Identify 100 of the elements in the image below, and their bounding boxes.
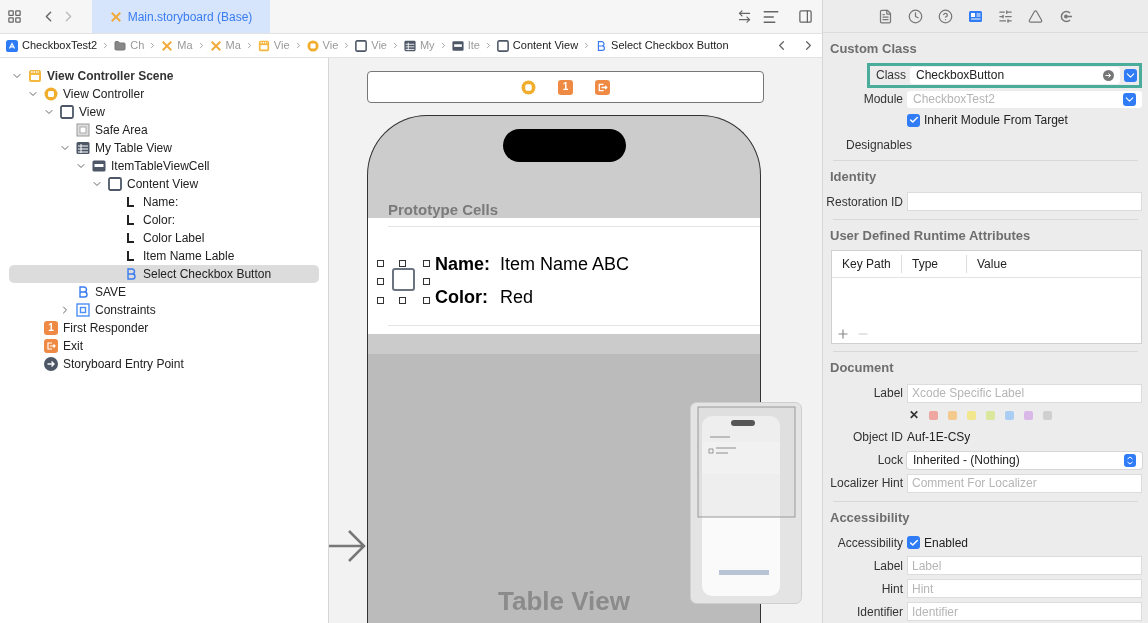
outline-item[interactable]: Safe Area — [9, 121, 319, 139]
clock-icon[interactable] — [908, 8, 923, 24]
breadcrumb-item[interactable]: Content View — [496, 37, 579, 54]
resize-handle[interactable] — [377, 259, 384, 267]
resize-handle[interactable] — [377, 296, 384, 304]
id-card-icon[interactable] — [968, 8, 983, 24]
first-responder-icon: 1 — [44, 321, 58, 335]
outline-item[interactable]: Select Checkbox Button — [9, 265, 319, 283]
section-header: Prototype Cells — [388, 202, 500, 218]
file-icon[interactable] — [878, 8, 893, 24]
field-label: Label — [872, 557, 903, 575]
outline-item[interactable]: 1 First Responder — [9, 319, 319, 337]
cell-icon — [92, 159, 106, 173]
field-label: Lock — [876, 452, 903, 470]
outline-item[interactable]: Content View — [9, 175, 319, 193]
sliders-icon[interactable] — [998, 8, 1013, 24]
field-label: Label — [872, 385, 903, 403]
resize-handle[interactable] — [423, 296, 430, 304]
column-header[interactable]: Type — [902, 254, 967, 273]
column-header[interactable]: Key Path — [832, 254, 902, 273]
dropdown-icon[interactable] — [1124, 68, 1137, 82]
color-swatch[interactable] — [948, 410, 957, 420]
outline-item[interactable]: My Table View — [9, 139, 319, 157]
resize-handle[interactable] — [399, 296, 406, 304]
checkbox[interactable] — [907, 536, 920, 549]
outline-item[interactable]: Storyboard Entry Point — [9, 355, 319, 373]
square-icon — [108, 177, 122, 191]
outline-item[interactable]: View Controller Scene — [9, 67, 319, 85]
table-icon — [76, 141, 90, 155]
lock-popup[interactable]: Inherited - (Nothing) — [907, 451, 1142, 469]
outline-item[interactable]: Exit — [9, 337, 319, 355]
section-title: Accessibility — [829, 508, 911, 527]
object-id: Auf-1E-CSy — [907, 429, 971, 447]
folder-icon — [114, 39, 127, 52]
field-label: Hint — [880, 580, 903, 598]
cell-icon — [451, 39, 464, 52]
outline-item[interactable]: View Controller — [9, 85, 319, 103]
outline-item[interactable]: View — [9, 103, 319, 121]
outline-item[interactable]: SAVE — [9, 283, 319, 301]
arrow-icon — [44, 357, 58, 371]
panel-icon[interactable] — [798, 9, 813, 24]
square-icon — [60, 105, 74, 119]
breadcrumb-item[interactable]: CheckboxTest2 — [6, 37, 98, 54]
color-swatch[interactable] — [986, 410, 995, 420]
square-icon — [496, 39, 509, 52]
field-label: Localizer Hint — [829, 475, 903, 493]
color-swatch[interactable] — [1043, 410, 1052, 420]
entry-arrow-icon — [329, 528, 367, 564]
section-title: Custom Class — [829, 40, 918, 59]
field-label: Object ID — [852, 429, 903, 447]
color-swatch[interactable] — [1024, 410, 1033, 420]
resize-handle[interactable] — [377, 277, 384, 285]
field-label: Accessibility — [836, 534, 903, 552]
scene-icon — [28, 69, 42, 83]
section-title: Identity — [829, 167, 878, 186]
resize-handle[interactable] — [423, 277, 430, 285]
constraints-icon — [76, 303, 90, 317]
help-icon[interactable] — [938, 8, 953, 24]
section-title: User Defined Runtime Attributes — [829, 227, 1032, 245]
outline-item[interactable]: Constraints — [9, 301, 319, 319]
add-icon[interactable] — [836, 327, 850, 342]
designables-label: Designables — [846, 136, 913, 154]
exit-icon — [44, 339, 58, 353]
color-value: Red — [500, 286, 535, 309]
outline-item[interactable]: ItemTableViewCell — [9, 157, 319, 175]
grid-icon[interactable] — [7, 9, 22, 24]
checkbox-button[interactable] — [392, 267, 415, 291]
table-icon — [403, 39, 416, 52]
safe-area-icon — [76, 123, 90, 137]
outline-item[interactable]: Name: — [9, 193, 319, 211]
button-icon — [76, 285, 90, 299]
column-header[interactable]: Value — [967, 254, 1017, 273]
class-field[interactable]: CheckboxButton — [910, 66, 1120, 84]
resize-handle[interactable] — [423, 259, 430, 267]
circle-icon — [306, 39, 319, 52]
go-arrow-icon[interactable] — [1103, 69, 1114, 81]
dropdown-icon[interactable] — [1123, 92, 1136, 106]
button-icon — [595, 39, 608, 52]
scene-icon — [257, 39, 270, 52]
resize-handle[interactable] — [399, 259, 406, 267]
circle-icon — [44, 87, 58, 101]
color-swatch[interactable] — [929, 410, 938, 420]
outline-item[interactable]: Item Name Lable — [9, 247, 319, 265]
color-swatch[interactable] — [1005, 410, 1014, 420]
stepper-icon[interactable] — [1124, 453, 1136, 467]
color-label: Color: — [435, 286, 489, 309]
field-label: Module — [862, 91, 903, 108]
connections-icon[interactable] — [1058, 8, 1073, 24]
cross-icon — [161, 39, 174, 52]
outline-item[interactable]: Color Label — [9, 229, 319, 247]
outline-item[interactable]: Color: — [9, 211, 319, 229]
circle-icon — [521, 79, 536, 95]
swap-icon[interactable] — [737, 9, 752, 24]
checkbox[interactable] — [907, 113, 920, 127]
color-swatch[interactable] — [967, 410, 976, 420]
clear-color-mark[interactable]: ✕ — [909, 406, 919, 425]
field-label: Restoration ID — [825, 193, 903, 211]
restoration-id-field[interactable] — [907, 192, 1142, 212]
breadcrumb-item[interactable]: Select Checkbox Button — [595, 37, 729, 54]
square-icon — [355, 39, 368, 52]
